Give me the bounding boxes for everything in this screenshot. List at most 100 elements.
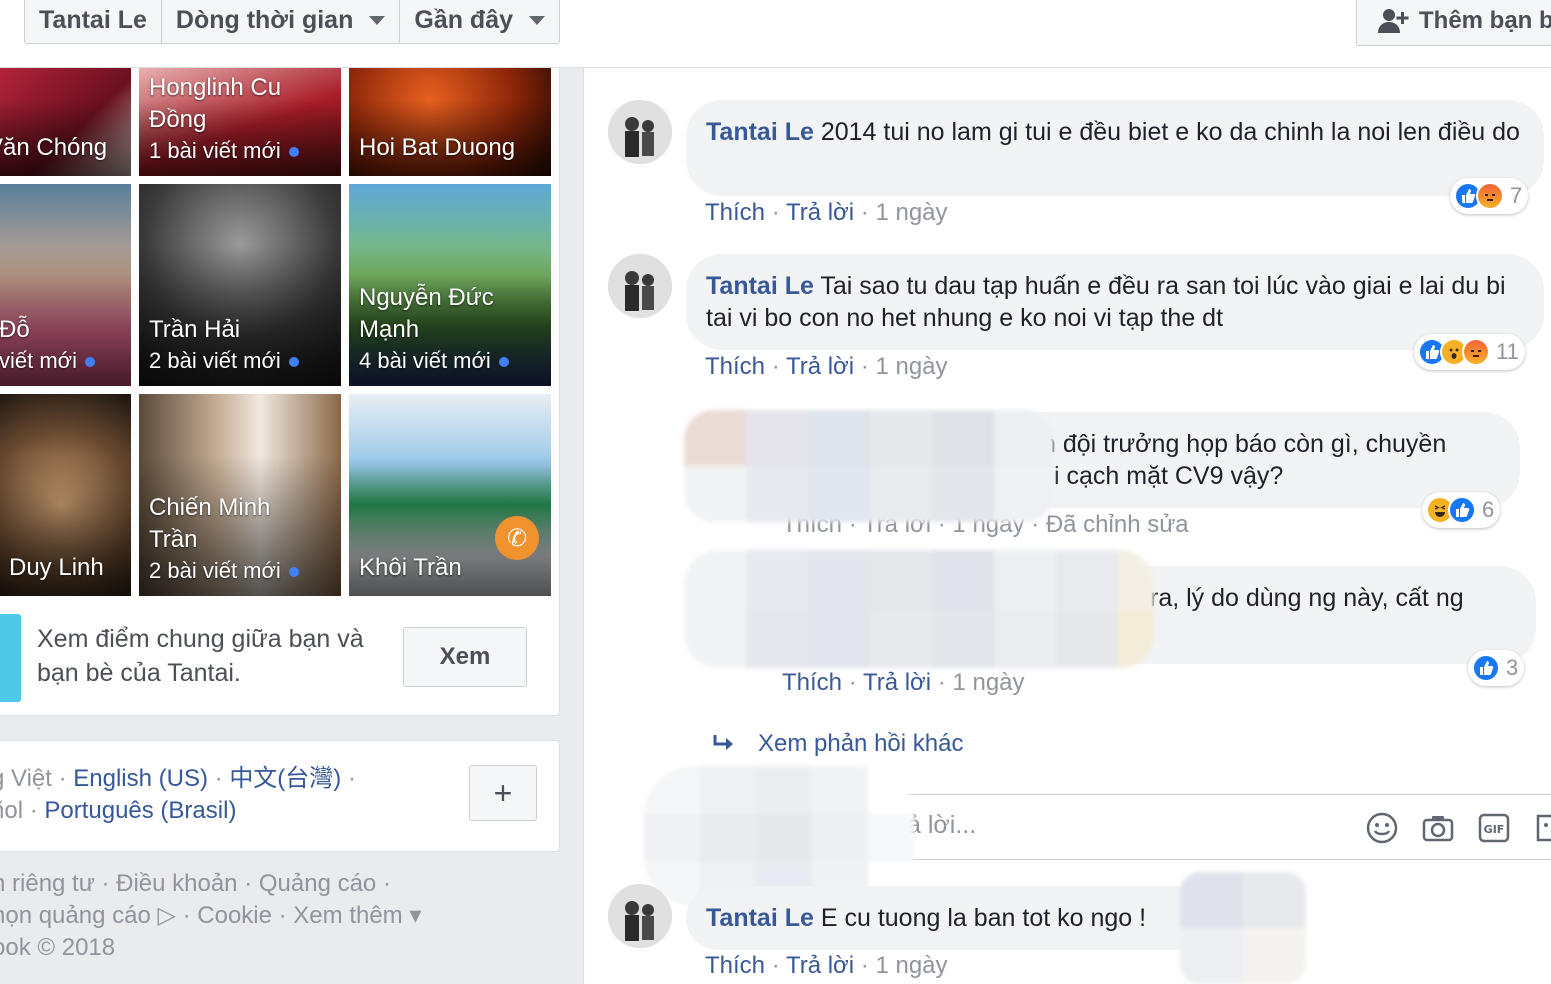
comment-author-link[interactable]: Tantai Le [706,272,814,300]
friend-tile[interactable]: Khôi Trần ✆ [349,394,551,596]
friend-name: Trần Hải [149,316,241,343]
pixelated-redaction [684,410,1054,522]
friends-grid-card: Văn Chóng Honglinh Cu Đồng 1 bài viết mớ… [0,68,560,716]
friend-tile[interactable]: Hoi Bat Duong [349,68,551,176]
avatar-photo-icon [608,254,672,318]
pixelated-redaction [684,550,1154,668]
crumb-timeline-dropdown[interactable]: Dòng thời gian [162,0,401,43]
unread-dot-icon [498,357,509,368]
reply-link[interactable]: Trả lời [863,669,931,696]
comment-text: E cu tuong la ban tot ko ngo ! [820,904,1147,932]
reaction-count: 6 [1482,497,1495,522]
friend-name: Khôi Trần [359,554,462,581]
footer-copyright: ook © 2018 [0,934,116,961]
reaction-summary[interactable]: 7 [1450,178,1529,214]
sticker-icon[interactable] [1533,811,1551,845]
friend-tile[interactable]: Đỗ viết mới [0,184,131,386]
language-link-english[interactable]: English (US) [73,765,208,792]
pixelated-redaction [644,766,914,906]
friend-tile[interactable]: Trần Hải 2 bài viết mới [139,184,341,386]
left-column: Văn Chóng Honglinh Cu Đồng 1 bài viết mớ… [0,68,562,984]
friend-tile[interactable]: Duy Linh [0,394,131,596]
reply-text-line: ra, lý do dùng ng này, cất ng [1150,584,1464,612]
view-mutual-button[interactable]: Xem [403,627,527,687]
emoji-icon[interactable] [1365,811,1399,845]
chevron-down-icon [529,15,546,25]
friend-tile[interactable]: Chiến Minh Trần 2 bài viết mới [139,394,341,596]
language-list: g Việt · English (US) · 中文(台灣) · ñol · P… [0,763,356,827]
comment-time[interactable]: 1 ngày [875,353,947,380]
friend-new-posts-label: 2 bài viết mới [149,558,281,583]
like-reaction-icon [1472,654,1500,682]
avatar-photo-icon [608,100,672,164]
mutual-friends-prompt: Xem điểm chung giữa bạn và bạn bè của Ta… [0,610,551,710]
comment-time[interactable]: 1 ngày [952,669,1024,696]
comment-text: Tai sao tu dau tạp huấn e đều ra san toi… [706,272,1506,332]
add-friend-label: Thêm bạn b [1419,7,1551,34]
friend-new-posts-label: 1 bài viết mới [149,138,281,163]
add-friend-button[interactable]: Thêm bạn b [1356,0,1551,46]
friend-new-posts-label: viết mới [0,348,77,373]
comment-bubble: Tantai Le Tai sao tu dau tạp huấn e đều … [686,254,1544,350]
like-link[interactable]: Thích [705,199,765,226]
more-replies-link[interactable]: Xem phản hồi khác [712,730,963,758]
crumb-profile-name[interactable]: Tantai Le [25,0,162,43]
reaction-summary[interactable]: 11 [1414,334,1525,370]
crumb-profile-label: Tantai Le [39,5,147,34]
friend-tile[interactable]: Văn Chóng [0,68,131,176]
reply-input[interactable]: ả lời... GIF [864,794,1551,860]
friend-name: Honglinh Cu Đồng [149,74,282,133]
footer-line-1[interactable]: n riêng tư · Điều khoản · Quảng cáo · [0,868,421,900]
reply-text-line: n đội trưởng họp báo còn gì, chuyền [1042,430,1447,458]
comments-panel: Tantai Le 2014 tui no lam gi tui e đều b… [583,68,1551,984]
language-card: g Việt · English (US) · 中文(台灣) · ñol · P… [0,740,560,852]
friend-tile[interactable]: Nguyễn Đức Mạnh 4 bài viết mới [349,184,551,386]
avatar[interactable] [608,100,672,164]
friend-name: Nguyễn Đức Mạnh [359,284,494,343]
friend-new-posts: 2 bài viết mới [149,346,299,376]
friend-tile[interactable]: Honglinh Cu Đồng 1 bài viết mới [139,68,341,176]
friend-new-posts: 2 bài viết mới [149,556,299,586]
mutual-friends-text: Xem điểm chung giữa bạn và bạn bè của Ta… [37,625,364,687]
comment-time[interactable]: 1 ngày [875,199,947,226]
language-link-chinese[interactable]: 中文(台灣) [229,765,341,792]
reaction-count: 3 [1506,655,1519,680]
reply-link[interactable]: Trả lời [786,952,854,979]
svg-text:GIF: GIF [1484,823,1505,836]
like-link[interactable]: Thích [782,669,842,696]
friend-new-posts: 4 bài viết mới [359,346,509,376]
gif-icon[interactable]: GIF [1477,811,1511,845]
comment-author-link[interactable]: Tantai Le [706,904,814,932]
phone-call-icon: ✆ [495,516,539,560]
reaction-count: 11 [1496,339,1519,364]
friend-name: Duy Linh [9,554,104,581]
pixelated-redaction [1180,872,1306,984]
reply-arrow-icon [713,735,733,750]
avatar[interactable] [608,254,672,318]
more-languages-button[interactable]: + [469,765,537,821]
reply-link[interactable]: Trả lời [786,199,854,226]
like-link[interactable]: Thích [705,952,765,979]
comment-time[interactable]: 1 ngày [875,952,947,979]
reply-link[interactable]: Trả lời [786,353,854,380]
reaction-summary[interactable]: 3 [1468,650,1525,686]
add-friend-icon [1378,9,1409,33]
unread-dot-icon [288,567,299,578]
language-spanish[interactable]: ñol · [0,797,44,824]
like-reaction-icon [1448,496,1476,524]
avatar[interactable] [608,884,672,948]
crumb-recent-dropdown[interactable]: Gần đây [400,0,559,43]
friend-name: Đỗ [0,316,30,343]
camera-icon[interactable] [1421,811,1455,845]
footer-links: n riêng tư · Điều khoản · Quảng cáo · họ… [0,868,421,964]
angry-reaction-icon [1476,182,1504,210]
language-link-portuguese[interactable]: Português (Brasil) [44,797,236,824]
comment-bubble: Tantai Le 2014 tui no lam gi tui e đều b… [686,100,1544,196]
angry-reaction-icon [1462,338,1490,366]
reaction-summary[interactable]: 6 [1422,492,1501,528]
footer-line-2[interactable]: họn quảng cáo ▷ · Cookie · Xem thêm ▾ [0,900,421,932]
comment-author-link[interactable]: Tantai Le [706,118,814,146]
friend-new-posts-label: 4 bài viết mới [359,348,491,373]
comment-text: 2014 tui no lam gi tui e đều biet e ko d… [820,118,1520,146]
like-link[interactable]: Thích [705,353,765,380]
